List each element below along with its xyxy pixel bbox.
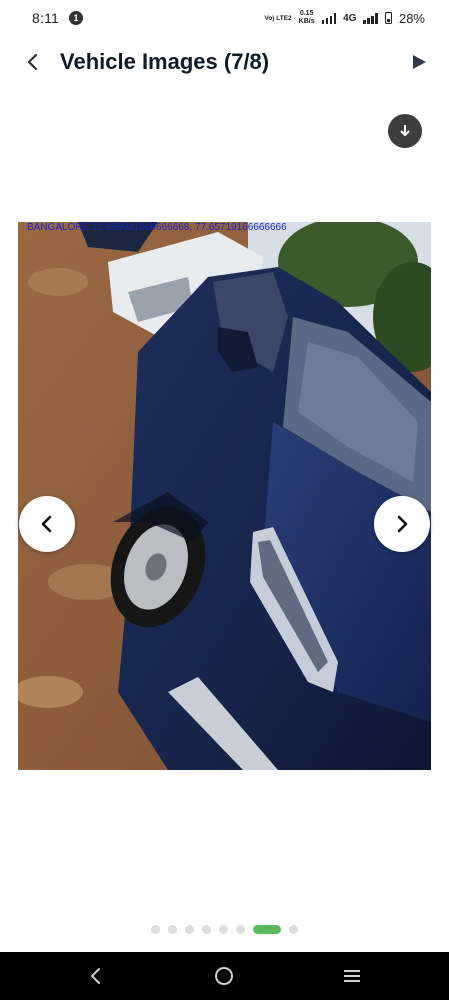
notification-badge: 1 — [69, 11, 84, 25]
pager-dot[interactable] — [202, 924, 211, 934]
photo-geotag: BANGALORE 12.859941666666668, 77.6571916… — [27, 222, 287, 233]
status-time: 8:11 — [32, 10, 60, 26]
battery-icon — [384, 12, 392, 24]
home-circle-icon — [215, 967, 233, 985]
status-icons: Vo) LTE2 0.15 KB/s 4G 28% — [264, 10, 425, 26]
system-back-button[interactable] — [84, 964, 108, 988]
vehicle-photo[interactable]: BANGALORE 12.859941666666668, 77.6571916… — [18, 222, 431, 770]
status-bar: 8:11 1 Vo) LTE2 0.15 KB/s 4G 28% — [0, 0, 449, 36]
pager-dot-active[interactable] — [253, 924, 281, 934]
signal-icon — [321, 12, 337, 24]
page-title: Vehicle Images (7/8) — [60, 49, 270, 74]
slideshow-play-button[interactable] — [407, 50, 431, 74]
system-recents-button[interactable] — [340, 964, 364, 988]
pager-dot[interactable] — [185, 924, 194, 934]
battery-percent: 28% — [398, 10, 425, 26]
recents-menu-icon — [344, 970, 360, 982]
network-type: 4G — [343, 12, 357, 24]
play-icon — [413, 55, 426, 69]
back-arrow-icon — [91, 968, 100, 984]
download-button[interactable] — [388, 114, 422, 148]
next-image-button[interactable] — [374, 496, 430, 552]
chevron-left-icon — [41, 515, 52, 533]
pager-dot[interactable] — [219, 924, 228, 934]
system-home-button[interactable] — [212, 964, 236, 988]
network-speed-value: 0.15 — [299, 10, 314, 17]
pager-dot[interactable] — [289, 924, 298, 934]
pager-dot[interactable] — [236, 924, 245, 934]
network-speed-unit: KB/s — [298, 18, 315, 25]
pager-dot[interactable] — [151, 924, 160, 934]
back-button[interactable] — [20, 48, 46, 76]
pager-dot[interactable] — [168, 924, 177, 934]
system-navigation-bar — [0, 952, 449, 1000]
screen: 8:11 1 Vo) LTE2 0.15 KB/s 4G 28% Vehicle… — [0, 0, 449, 1000]
signal-icon-sim2 — [363, 12, 378, 24]
app-header: Vehicle Images (7/8) — [0, 40, 449, 84]
chevron-left-icon — [27, 53, 38, 71]
chevron-right-icon — [397, 515, 408, 533]
previous-image-button[interactable] — [19, 496, 75, 552]
vehicle-photo-illustration — [18, 222, 431, 770]
image-pager — [0, 923, 449, 935]
network-speed: 0.15 KB/s — [299, 10, 315, 26]
volte-indicator: Vo) LTE2 — [264, 14, 292, 22]
download-icon — [400, 125, 410, 136]
